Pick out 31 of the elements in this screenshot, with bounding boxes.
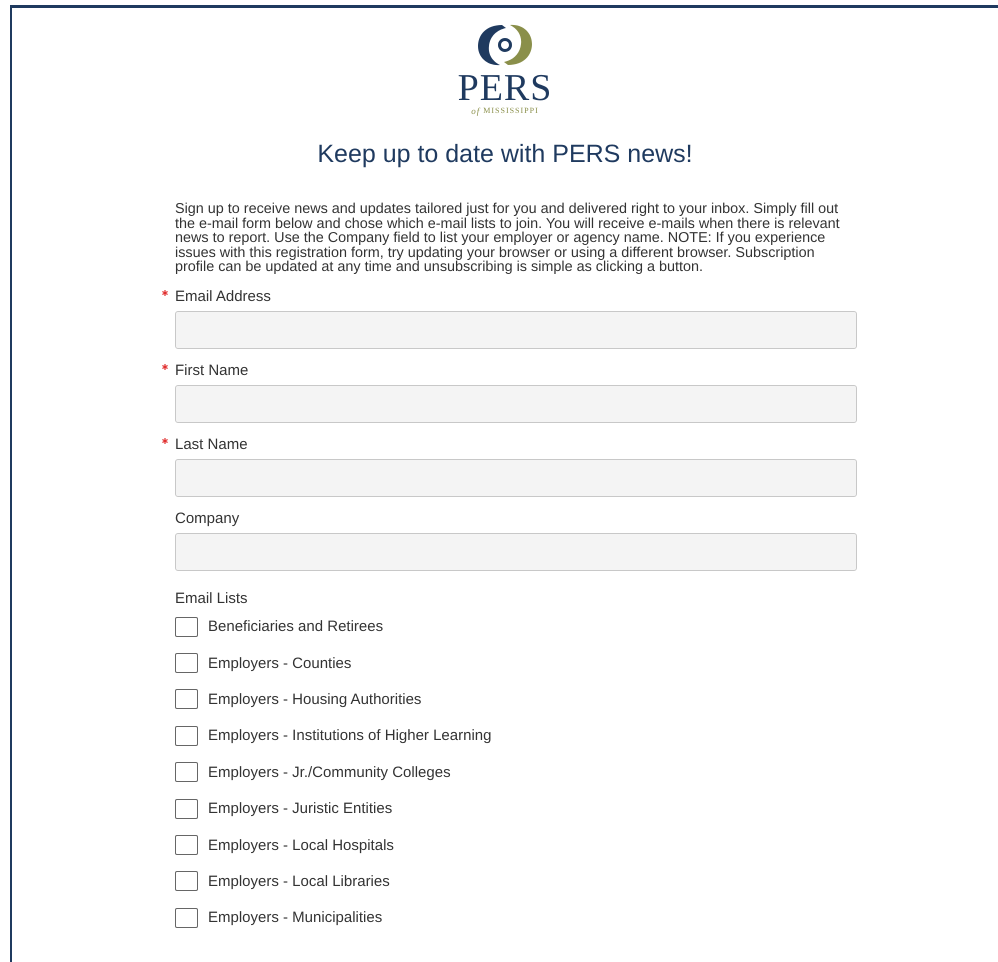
field-label: Last Name (175, 436, 248, 453)
checkbox-label: Employers - Local Libraries (208, 872, 390, 890)
checkbox-label: Employers - Jr./Community Colleges (208, 764, 451, 781)
checkbox-label: Employers - Municipalities (208, 909, 382, 926)
input-field[interactable] (175, 384, 857, 422)
checkbox[interactable] (175, 835, 198, 856)
checkbox[interactable] (175, 689, 198, 710)
checkbox-label: Employers - Counties (208, 654, 352, 672)
checkbox-label: Employers - Institutions of Higher Learning (208, 727, 492, 744)
input-field[interactable] (175, 310, 857, 348)
section-label: Email Lists (175, 590, 248, 607)
checkbox[interactable] (175, 616, 198, 637)
checkbox[interactable] (175, 798, 198, 819)
field-label: Email Address (175, 288, 271, 305)
intro-text: Sign up to receive news and updates tailored just for you and delivered right to your inbox. Simply fill out the e-mail form below and chose which e-mail lists to join. You will receive e-mails when there is relevant news to report. Use the Company field to list your employer or agency name. NOTE: If you experience issues with this registration form, try updating your browser or using a different browser. Subscription profile can be updated at any time and unsubscribing is simple as clicking a button. (175, 202, 841, 274)
input-field[interactable] (175, 532, 857, 570)
checkbox-label: Employers - Juristic Entities (208, 800, 392, 818)
checkbox[interactable] (175, 726, 198, 746)
checkbox[interactable] (175, 762, 198, 782)
input-field[interactable] (175, 458, 857, 496)
checkbox[interactable] (175, 908, 198, 928)
checkbox-label: Beneficiaries and Retirees (208, 618, 384, 636)
logo-name: PERS (458, 70, 552, 106)
page-title: Keep up to date with PERS news! (316, 140, 694, 169)
field-label: Company (175, 510, 240, 527)
checkbox-label: Employers - Local Hospitals (208, 836, 394, 854)
checkbox[interactable] (175, 871, 198, 892)
checkbox[interactable] (175, 653, 198, 674)
checkbox-label: Employers - Housing Authorities (208, 690, 422, 708)
field-label: First Name (175, 362, 248, 379)
logo-tagline: of MISSISSIPPI (471, 106, 539, 116)
